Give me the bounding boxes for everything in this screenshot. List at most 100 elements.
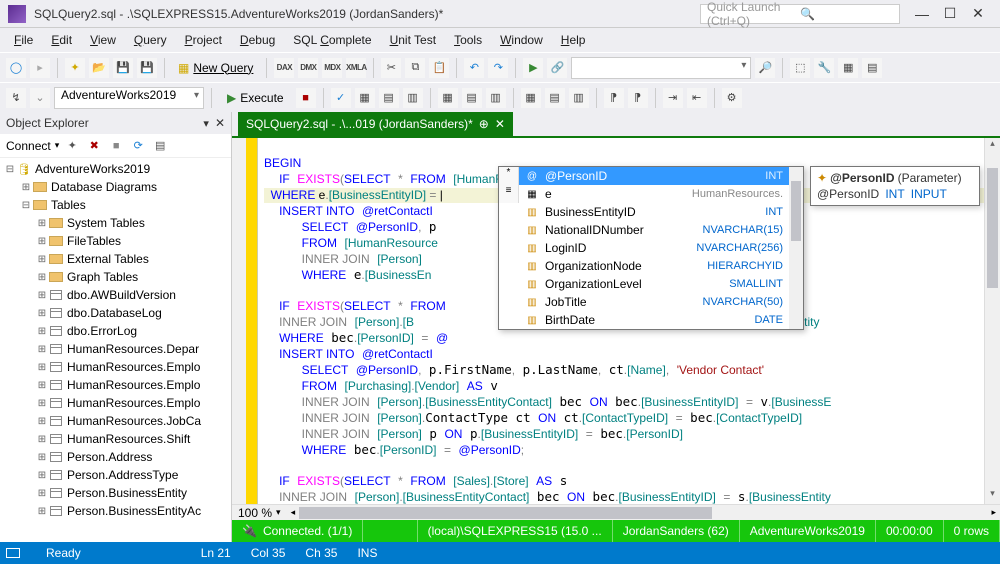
live-stats-button[interactable]: ▤	[462, 88, 482, 108]
indent-button[interactable]: ⇥	[663, 88, 683, 108]
ide-status-bar: Ready Ln 21 Col 35 Ch 35 INS	[0, 542, 1000, 564]
new-project-button[interactable]: ✦	[65, 58, 85, 78]
menu-query[interactable]: Query	[126, 30, 175, 50]
close-button[interactable]: ✕	[964, 5, 992, 22]
query-options-button[interactable]: ▤	[379, 88, 399, 108]
menu-sqlcomplete[interactable]: SQL Complete	[285, 30, 379, 50]
xmla-button[interactable]: XMLA	[346, 58, 366, 78]
dmx-button[interactable]: DMX	[298, 58, 318, 78]
intellisense-tab-all[interactable]: *	[499, 167, 518, 185]
zoom-combo[interactable]: 100 %▾	[232, 506, 287, 520]
object-explorer-tree[interactable]: ⊟🛢AdventureWorks2019 ⊞Database Diagrams …	[0, 158, 231, 542]
object-explorer-panel: Object Explorer ▾ ✕ Connect▾ ✦ ✖ ■ ⟳ ▤ ⊟…	[0, 112, 232, 542]
include-plan-button[interactable]: ▦	[438, 88, 458, 108]
tab-pin-icon[interactable]: ⊕	[479, 117, 489, 131]
toolbar-sql: ↯ ⌄ AdventureWorks2019 ▶ Execute ■ ✓ ▦ ▤…	[0, 82, 1000, 112]
attach-button[interactable]: 🔗	[547, 58, 567, 78]
execute-button[interactable]: ▶ Execute	[219, 91, 292, 105]
copy-button[interactable]: ⧉	[405, 58, 425, 78]
estimated-plan-button[interactable]: ▦	[355, 88, 375, 108]
intellisense-item[interactable]: ▥BusinessEntityIDINT	[519, 203, 789, 221]
intellisense-item[interactable]: ▥JobTitleNVARCHAR(50)	[519, 293, 789, 311]
intellisense-item[interactable]: ▥OrganizationLevelSMALLINT	[519, 275, 789, 293]
disconnect-button[interactable]: ✖	[85, 137, 103, 155]
tool-a-button[interactable]: ⬚	[790, 58, 810, 78]
intellisense-item[interactable]: ▥OrganizationNodeHIERARCHYID	[519, 257, 789, 275]
undo-button[interactable]: ↶	[464, 58, 484, 78]
intellisense-item[interactable]: @@PersonIDINT	[519, 167, 789, 185]
find-button[interactable]: 🔎	[755, 58, 775, 78]
database-combo[interactable]: AdventureWorks2019	[54, 87, 204, 109]
results-file-button[interactable]: ▥	[569, 88, 589, 108]
save-button[interactable]: 💾	[113, 58, 133, 78]
new-query-icon: ▦	[178, 61, 189, 75]
tool-c-button[interactable]: ▦	[838, 58, 858, 78]
stop-button[interactable]: ■	[296, 88, 316, 108]
results-grid-button[interactable]: ▦	[521, 88, 541, 108]
client-stats-button[interactable]: ▥	[486, 88, 506, 108]
close-panel-icon[interactable]: ✕	[215, 116, 225, 130]
intellisense-item[interactable]: ▥BirthDateDATE	[519, 311, 789, 329]
intellisense-item[interactable]: ▦eHumanResources.	[519, 185, 789, 203]
nav-fwd-button[interactable]: ▸	[30, 58, 50, 78]
code-editor[interactable]: BEGIN IF EXISTS(SELECT * FROM [HumanReso…	[232, 138, 1000, 504]
object-explorer-header: Object Explorer ▾ ✕	[0, 112, 231, 134]
open-button[interactable]: 📂	[89, 58, 109, 78]
search-icon: 🔍	[800, 7, 893, 21]
config-combo[interactable]	[571, 57, 751, 79]
results-text-button[interactable]: ▤	[545, 88, 565, 108]
uncomment-button[interactable]: ⁋	[628, 88, 648, 108]
intellisense-button[interactable]: ▥	[403, 88, 423, 108]
menu-file[interactable]: File	[6, 30, 41, 50]
parameter-info-tooltip: ✦ @PersonID (Parameter) @PersonID INT IN…	[810, 166, 980, 206]
editor-tab-bar: SQLQuery2.sql - .\...019 (JordanSanders)…	[232, 112, 1000, 138]
play-icon: ▶	[227, 91, 236, 105]
editor-scrollbar-vertical[interactable]: ▴ ▾	[984, 138, 1000, 504]
menu-project[interactable]: Project	[177, 30, 230, 50]
refresh-button[interactable]: ⟳	[129, 137, 147, 155]
stop-button[interactable]: ■	[107, 137, 125, 155]
intellisense-scrollbar[interactable]	[789, 167, 803, 329]
tool-b-button[interactable]: 🔧	[814, 58, 834, 78]
editor-tab[interactable]: SQLQuery2.sql - .\...019 (JordanSanders)…	[238, 112, 513, 136]
start-button[interactable]: ▶	[523, 58, 543, 78]
connect-button[interactable]: ✦	[63, 137, 81, 155]
intellisense-popup[interactable]: * ≡ @@PersonIDINT ▦eHumanResources. ▥Bus…	[498, 166, 804, 330]
db-list-button[interactable]: ⌄	[30, 88, 50, 108]
specify-values-button[interactable]: ⚙	[722, 88, 742, 108]
intellisense-item[interactable]: ▥NationalIDNumberNVARCHAR(15)	[519, 221, 789, 239]
maximize-button[interactable]: ☐	[936, 5, 964, 22]
new-query-button[interactable]: ▦ New Query	[172, 61, 259, 75]
parse-button[interactable]: ✓	[331, 88, 351, 108]
change-connection-button[interactable]: ↯	[6, 88, 26, 108]
redo-button[interactable]: ↷	[488, 58, 508, 78]
menu-view[interactable]: View	[82, 30, 124, 50]
toolbar-primary: ◯ ▸ ✦ 📂 💾 💾 ▦ New Query DAX DMX MDX XMLA…	[0, 52, 1000, 82]
intellisense-item[interactable]: ▥LoginIDNVARCHAR(256)	[519, 239, 789, 257]
outdent-button[interactable]: ⇤	[687, 88, 707, 108]
tool-d-button[interactable]: ▤	[862, 58, 882, 78]
comment-button[interactable]: ⁋	[604, 88, 624, 108]
nav-back-button[interactable]: ◯	[6, 58, 26, 78]
filter-button[interactable]: ▤	[151, 137, 169, 155]
editor-scrollbar-horizontal[interactable]: 100 %▾ ◂ ▸	[232, 504, 1000, 520]
menu-tools[interactable]: Tools	[446, 30, 490, 50]
cut-button[interactable]: ✂	[381, 58, 401, 78]
menu-debug[interactable]: Debug	[232, 30, 283, 50]
editor-area: SQLQuery2.sql - .\...019 (JordanSanders)…	[232, 112, 1000, 542]
quick-launch-input[interactable]: Quick Launch (Ctrl+Q) 🔍	[700, 4, 900, 24]
menu-help[interactable]: Help	[553, 30, 594, 50]
menu-window[interactable]: Window	[492, 30, 551, 50]
object-explorer-toolbar: Connect▾ ✦ ✖ ■ ⟳ ▤	[0, 134, 231, 158]
menu-unittest[interactable]: Unit Test	[382, 30, 444, 50]
save-all-button[interactable]: 💾	[137, 58, 157, 78]
connected-icon: 🔌	[242, 524, 257, 538]
mdx-button[interactable]: MDX	[322, 58, 342, 78]
intellisense-tab-list[interactable]: ≡	[499, 185, 518, 203]
paste-button[interactable]: 📋	[429, 58, 449, 78]
pin-icon[interactable]: ▾	[203, 117, 209, 130]
menu-edit[interactable]: Edit	[43, 30, 80, 50]
dax-button[interactable]: DAX	[274, 58, 294, 78]
tab-close-icon[interactable]: ✕	[495, 117, 505, 131]
minimize-button[interactable]: —	[908, 6, 936, 22]
